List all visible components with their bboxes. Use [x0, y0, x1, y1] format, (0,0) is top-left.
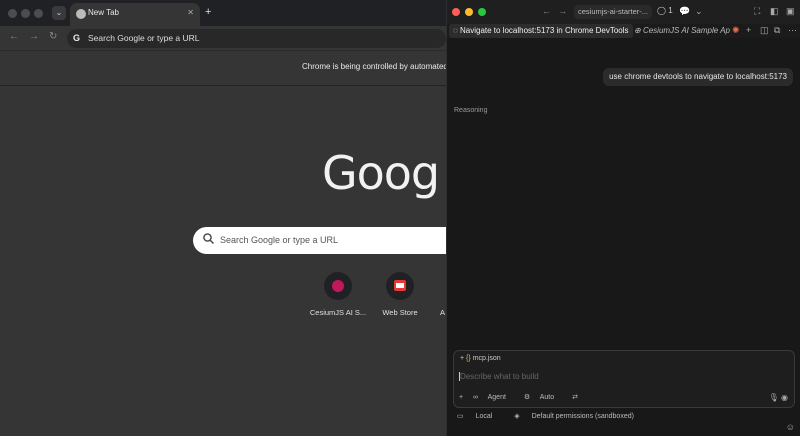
- sidebar-icon[interactable]: ◧: [770, 6, 779, 17]
- omnibox[interactable]: G Search Google or type a URL: [67, 29, 446, 48]
- cesium-icon: [332, 280, 344, 292]
- status-bar: ▭ Local ◈ Default permissions (sandboxed…: [457, 412, 654, 420]
- tab-new-tab[interactable]: New Tab ✕: [70, 3, 200, 26]
- back-icon[interactable]: ←: [9, 31, 19, 42]
- agent-count-value: 1: [668, 6, 673, 15]
- circle-icon: ◯: [657, 6, 666, 15]
- reasoning-label[interactable]: Reasoning: [454, 107, 487, 114]
- split-icon[interactable]: ◫: [760, 25, 769, 36]
- zoom-window-button[interactable]: [34, 9, 43, 18]
- composer-actions: 🎙 ◉: [769, 393, 788, 402]
- shortcut-icon-wrapper: [386, 272, 414, 300]
- chrome-window: ⌄ New Tab ✕ + ← → ↻ G Search Google or t…: [0, 0, 446, 436]
- add-context-icon[interactable]: +: [460, 355, 464, 362]
- local-selector[interactable]: ▭ Local: [457, 413, 502, 420]
- google-logo: Goog: [322, 146, 440, 200]
- infinity-icon: ∞: [473, 394, 479, 401]
- robot-icon: ⚙: [523, 394, 531, 401]
- user-message: use chrome devtools to navigate to local…: [603, 68, 793, 86]
- tab-title: New Tab: [88, 8, 119, 17]
- prompt-input[interactable]: Describe what to build: [459, 372, 539, 381]
- shortcut-name: Web Store: [382, 308, 418, 317]
- popout-icon[interactable]: ⧉: [774, 25, 780, 36]
- panel-icon[interactable]: ▣: [786, 6, 795, 17]
- context-chip[interactable]: + {} mcp.json: [460, 355, 501, 362]
- agent-panel: ← → cesiumjs-ai-starter-... ◯ 1 💬 ⌄ ⛶ ◧ …: [446, 0, 800, 436]
- browser-toolbar: ← → ↻ G Search Google or type a URL: [0, 26, 446, 50]
- chrome-icon: [76, 9, 86, 19]
- more-icon[interactable]: ⋯: [788, 25, 797, 36]
- zoom-window-button[interactable]: [478, 8, 486, 16]
- agent-count[interactable]: ◯ 1: [657, 6, 673, 15]
- infobar-text: Chrome is being controlled by automated: [302, 62, 446, 71]
- globe-icon: ⊕: [634, 26, 641, 35]
- model-selector[interactable]: ⚙ Auto: [524, 394, 562, 401]
- mode-label: Agent: [487, 394, 506, 401]
- permissions-label: Default permissions (sandboxed): [531, 413, 634, 420]
- reload-icon[interactable]: ↻: [49, 31, 57, 42]
- assistant-icon[interactable]: ☺: [786, 422, 795, 432]
- tab-cesium-sample-app[interactable]: ⊕ CesiumJS AI Sample Ap: [634, 24, 730, 38]
- close-tab-icon[interactable]: ✕: [187, 8, 194, 17]
- forward-icon[interactable]: →: [29, 31, 39, 42]
- model-label: Auto: [539, 394, 555, 401]
- close-window-button[interactable]: [452, 8, 460, 16]
- chevron-down-icon[interactable]: ⌄: [695, 6, 703, 17]
- shortcut-name-partial: A: [440, 308, 446, 317]
- chat-icon: ◌: [453, 26, 458, 35]
- workspace-address[interactable]: cesiumjs-ai-starter-...: [574, 5, 652, 19]
- send-icon[interactable]: ◉: [781, 393, 788, 402]
- shortcut-tile[interactable]: Web Store: [370, 272, 430, 317]
- spark-icon: ✺: [732, 25, 740, 35]
- forward-icon[interactable]: →: [558, 6, 567, 16]
- close-window-button[interactable]: [8, 9, 17, 18]
- attach-icon[interactable]: +: [459, 394, 463, 401]
- add-tab-icon[interactable]: +: [746, 25, 751, 35]
- panel-titlebar: ← → cesiumjs-ai-starter-... ◯ 1 💬 ⌄ ⛶ ◧ …: [447, 0, 800, 24]
- tab-search-button[interactable]: ⌄: [52, 6, 66, 20]
- panel-tab-bar: ◌ Navigate to localhost:5173 in Chrome D…: [447, 24, 800, 38]
- chat-icon[interactable]: 💬: [679, 6, 690, 17]
- shortcut-tile[interactable]: CesiumJS AI S...: [308, 272, 368, 317]
- tab-label: Navigate to localhost:5173 in Chrome Dev…: [460, 26, 629, 35]
- shortcut-icon-wrapper: [324, 272, 352, 300]
- automation-infobar: Chrome is being controlled by automated: [0, 50, 446, 86]
- shortcut-name: CesiumJS AI S...: [309, 308, 367, 317]
- composer[interactable]: + {} mcp.json Describe what to build + ∞…: [453, 350, 795, 408]
- mode-selector[interactable]: ∞ Agent: [473, 394, 514, 401]
- google-g-icon: G: [73, 33, 81, 43]
- json-file-icon: {}: [466, 355, 471, 362]
- minimize-window-button[interactable]: [465, 8, 473, 16]
- expand-icon[interactable]: ⛶: [754, 6, 760, 17]
- minimize-window-button[interactable]: [21, 9, 30, 18]
- monitor-icon: ▭: [457, 413, 464, 420]
- tab-strip: ⌄ New Tab ✕ +: [0, 0, 446, 26]
- shield-icon: ◈: [514, 413, 520, 420]
- tab-navigate-localhost[interactable]: ◌ Navigate to localhost:5173 in Chrome D…: [449, 24, 633, 38]
- omnibox-placeholder[interactable]: Search Google or type a URL: [88, 33, 200, 43]
- swap-icon[interactable]: ⇄: [572, 394, 578, 401]
- composer-toolbar: + ∞ Agent ⚙ Auto ⇄: [459, 393, 586, 401]
- context-file-name: mcp.json: [472, 355, 501, 362]
- search-icon: [203, 233, 214, 244]
- ntp-search-placeholder: Search Google or type a URL: [220, 235, 339, 245]
- ntp-search-box[interactable]: Search Google or type a URL: [193, 227, 446, 254]
- local-label: Local: [475, 413, 493, 420]
- new-tab-button[interactable]: +: [205, 6, 211, 18]
- tab-label: CesiumJS AI Sample Ap: [642, 26, 730, 35]
- web-store-icon: [394, 280, 406, 291]
- back-icon[interactable]: ←: [542, 6, 551, 16]
- permissions-selector[interactable]: ◈ Default permissions (sandboxed): [514, 413, 644, 420]
- mic-icon[interactable]: 🎙: [769, 393, 779, 402]
